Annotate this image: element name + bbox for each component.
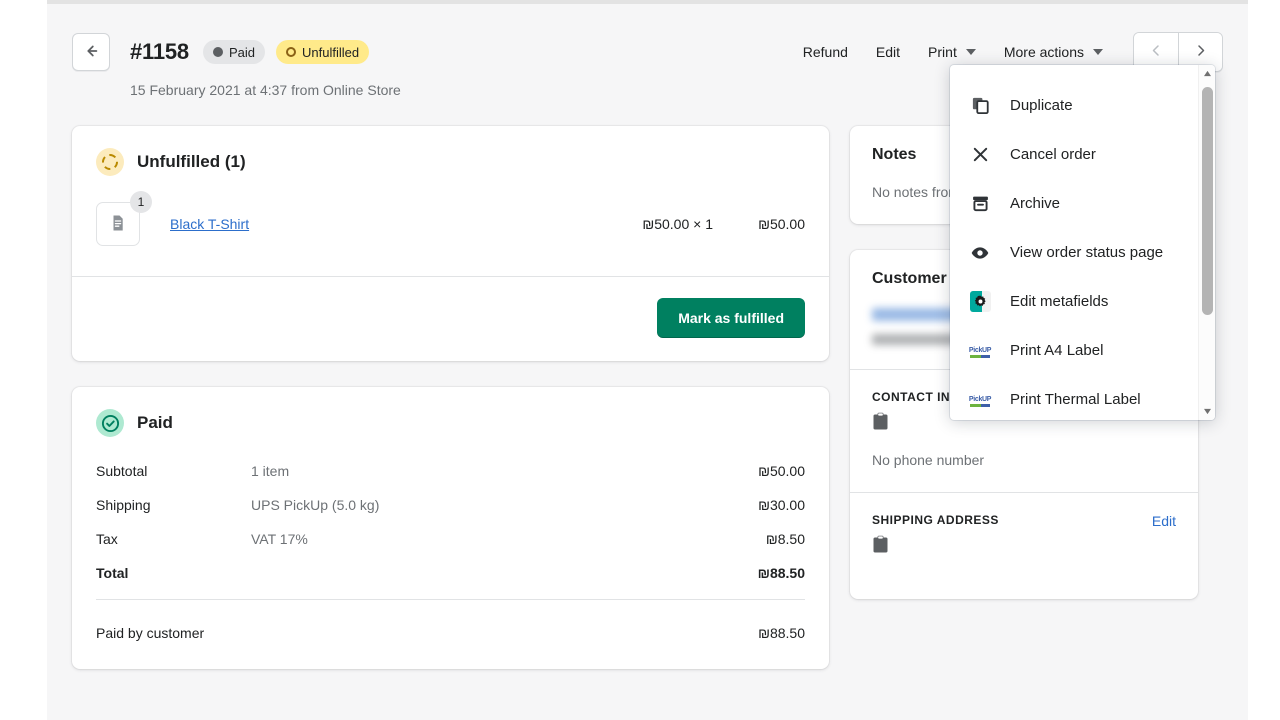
menu-item-archive[interactable]: Archive bbox=[950, 179, 1215, 228]
edit-shipping-address-link[interactable]: Edit bbox=[1152, 513, 1176, 529]
fulfillment-card: Unfulfilled (1) 1 bbox=[72, 126, 829, 361]
mark-as-fulfilled-button[interactable]: Mark as fulfilled bbox=[657, 298, 805, 338]
menu-item-label: Print Thermal Label bbox=[1010, 391, 1141, 408]
more-actions-label: More actions bbox=[1004, 44, 1084, 60]
more-actions-button[interactable]: More actions bbox=[990, 35, 1117, 69]
page-title: #1158 bbox=[130, 39, 189, 65]
status-badge-payment: Paid bbox=[203, 40, 265, 64]
table-row: Tax VAT 17% ₪8.50 bbox=[96, 531, 805, 547]
menu-item-print-thermal-label[interactable]: PickUP Print Thermal Label bbox=[950, 375, 1215, 420]
row-description: VAT 17% bbox=[251, 531, 766, 547]
payment-card-title: Paid bbox=[137, 413, 173, 433]
row-amount: ₪8.50 bbox=[766, 531, 805, 547]
unfulfilled-dashed-circle-icon bbox=[96, 148, 124, 176]
scroll-up-arrow-icon[interactable] bbox=[1199, 65, 1215, 82]
row-description: UPS PickUp (5.0 kg) bbox=[251, 497, 758, 513]
document-placeholder-icon bbox=[108, 213, 128, 236]
menu-item-cancel-order[interactable]: Cancel order bbox=[950, 130, 1215, 179]
menu-item-label: View order status page bbox=[1010, 244, 1163, 261]
chevron-down-icon bbox=[1093, 49, 1103, 55]
contact-information-value: No phone number bbox=[872, 452, 1176, 468]
close-x-icon bbox=[969, 144, 991, 166]
row-amount: ₪30.00 bbox=[758, 497, 805, 513]
paid-check-circle-icon bbox=[96, 409, 124, 437]
scrollbar-thumb[interactable] bbox=[1202, 87, 1213, 315]
scroll-down-arrow-icon[interactable] bbox=[1199, 403, 1215, 420]
menu-item-print-a4-label[interactable]: PickUP Print A4 Label bbox=[950, 326, 1215, 375]
menu-item-view-order-status-page[interactable]: View order status page bbox=[950, 228, 1215, 277]
payment-status-dot-icon bbox=[213, 47, 223, 57]
row-label: Subtotal bbox=[96, 463, 251, 479]
status-badge-fulfillment: Unfulfilled bbox=[276, 40, 369, 64]
fulfillment-actions: Mark as fulfilled bbox=[72, 277, 829, 361]
pickup-logo-icon: PickUP bbox=[969, 340, 991, 362]
row-label: Total bbox=[96, 565, 251, 581]
fulfillment-status-ring-icon bbox=[286, 47, 296, 57]
clipboard-icon[interactable] bbox=[872, 535, 1176, 557]
menu-item-label: Cancel order bbox=[1010, 146, 1096, 163]
line-item-unit-price: ₪50.00 × 1 bbox=[642, 216, 713, 232]
refund-button[interactable]: Refund bbox=[789, 35, 862, 69]
duplicate-icon bbox=[969, 95, 991, 117]
line-item-thumbnail: 1 bbox=[96, 202, 140, 246]
menu-item-label: Duplicate bbox=[1010, 97, 1073, 114]
menu-item-label: Archive bbox=[1010, 195, 1060, 212]
line-item-row: 1 Black T-Shirt ₪50.00 × 1 ₪50.00 bbox=[72, 176, 829, 277]
chevron-right-icon bbox=[1193, 43, 1208, 61]
paid-by-customer-amount: ₪88.50 bbox=[758, 625, 805, 641]
row-amount: ₪88.50 bbox=[758, 565, 805, 581]
print-button-label: Print bbox=[928, 44, 957, 60]
paid-by-customer-row: Paid by customer ₪88.50 bbox=[72, 600, 829, 669]
shipping-address-title: SHIPPING ADDRESS bbox=[872, 513, 999, 527]
more-actions-dropdown: Duplicate Cancel order bbox=[950, 65, 1215, 420]
payment-card: Paid Subtotal 1 item ₪50.00 Shipping UPS… bbox=[72, 387, 829, 669]
row-label: Shipping bbox=[96, 497, 251, 513]
arrow-left-icon bbox=[82, 42, 100, 63]
line-item-quantity-badge: 1 bbox=[130, 191, 152, 213]
archive-box-icon bbox=[969, 193, 991, 215]
main-column: Unfulfilled (1) 1 bbox=[72, 126, 829, 695]
more-actions-menu-list: Duplicate Cancel order bbox=[950, 65, 1215, 420]
customer-order-count-redacted bbox=[872, 334, 958, 345]
chevron-left-icon bbox=[1149, 43, 1164, 61]
menu-item-label: Print A4 Label bbox=[1010, 342, 1103, 359]
print-button[interactable]: Print bbox=[914, 35, 990, 69]
fulfillment-card-header: Unfulfilled (1) bbox=[72, 126, 829, 176]
fulfillment-badge-label: Unfulfilled bbox=[302, 46, 359, 59]
line-item-total: ₪50.00 bbox=[713, 216, 805, 232]
table-row: Subtotal 1 item ₪50.00 bbox=[96, 463, 805, 479]
back-button[interactable] bbox=[72, 33, 110, 71]
payment-card-header: Paid bbox=[72, 387, 829, 437]
menu-item-label: Edit metafields bbox=[1010, 293, 1108, 310]
menu-item-edit-metafields[interactable]: Edit metafields bbox=[950, 277, 1215, 326]
menu-item-duplicate[interactable]: Duplicate bbox=[950, 81, 1215, 130]
edit-button[interactable]: Edit bbox=[862, 35, 914, 69]
order-totals-table: Subtotal 1 item ₪50.00 Shipping UPS Pick… bbox=[72, 437, 829, 581]
row-description: 1 item bbox=[251, 463, 758, 479]
line-item-product-link[interactable]: Black T-Shirt bbox=[170, 216, 249, 232]
eye-icon bbox=[969, 242, 991, 264]
table-row: Shipping UPS PickUp (5.0 kg) ₪30.00 bbox=[96, 497, 805, 513]
paid-by-customer-label: Paid by customer bbox=[96, 625, 204, 641]
row-amount: ₪50.00 bbox=[758, 463, 805, 479]
chevron-down-icon bbox=[966, 49, 976, 55]
shipping-address-section: SHIPPING ADDRESS Edit bbox=[850, 492, 1198, 599]
table-row-total: Total ₪88.50 bbox=[96, 565, 805, 581]
fulfillment-card-title: Unfulfilled (1) bbox=[137, 152, 246, 172]
app-root: #1158 Paid Unfulfilled Refund Edit Print bbox=[0, 0, 1280, 720]
row-label: Tax bbox=[96, 531, 251, 547]
payment-badge-label: Paid bbox=[229, 46, 255, 59]
pickup-logo-icon: PickUP bbox=[969, 389, 991, 411]
dropdown-scrollbar[interactable] bbox=[1198, 65, 1215, 420]
gear-icon bbox=[969, 291, 991, 313]
